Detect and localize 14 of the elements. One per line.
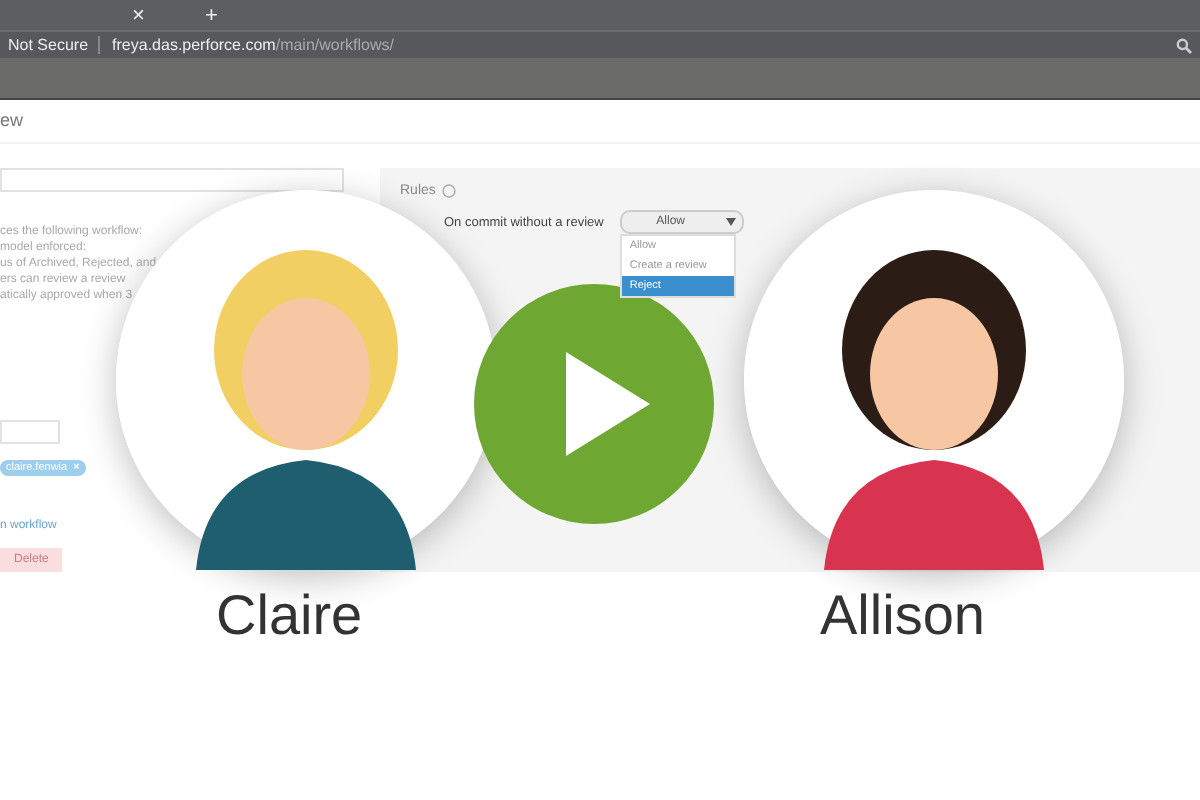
security-label: Not Secure	[8, 36, 101, 54]
name-field[interactable]	[0, 168, 344, 192]
person-name: Claire	[216, 584, 363, 648]
new-tab-button[interactable]: +	[204, 3, 218, 27]
page-heading: ew	[0, 100, 1200, 144]
person-name: Allison	[820, 584, 985, 648]
user-field[interactable]	[0, 420, 60, 444]
play-button[interactable]	[474, 284, 714, 524]
url-text: freya.das.perforce.com/main/workflows/	[112, 36, 394, 54]
help-icon[interactable]	[441, 184, 456, 198]
caret-icon	[725, 218, 736, 226]
address-bar[interactable]: Not Secure freya.das.perforce.com/main/workflows/	[0, 30, 1200, 58]
tab-close-button[interactable]: ×	[132, 3, 145, 27]
search-icon[interactable]	[1176, 37, 1192, 53]
